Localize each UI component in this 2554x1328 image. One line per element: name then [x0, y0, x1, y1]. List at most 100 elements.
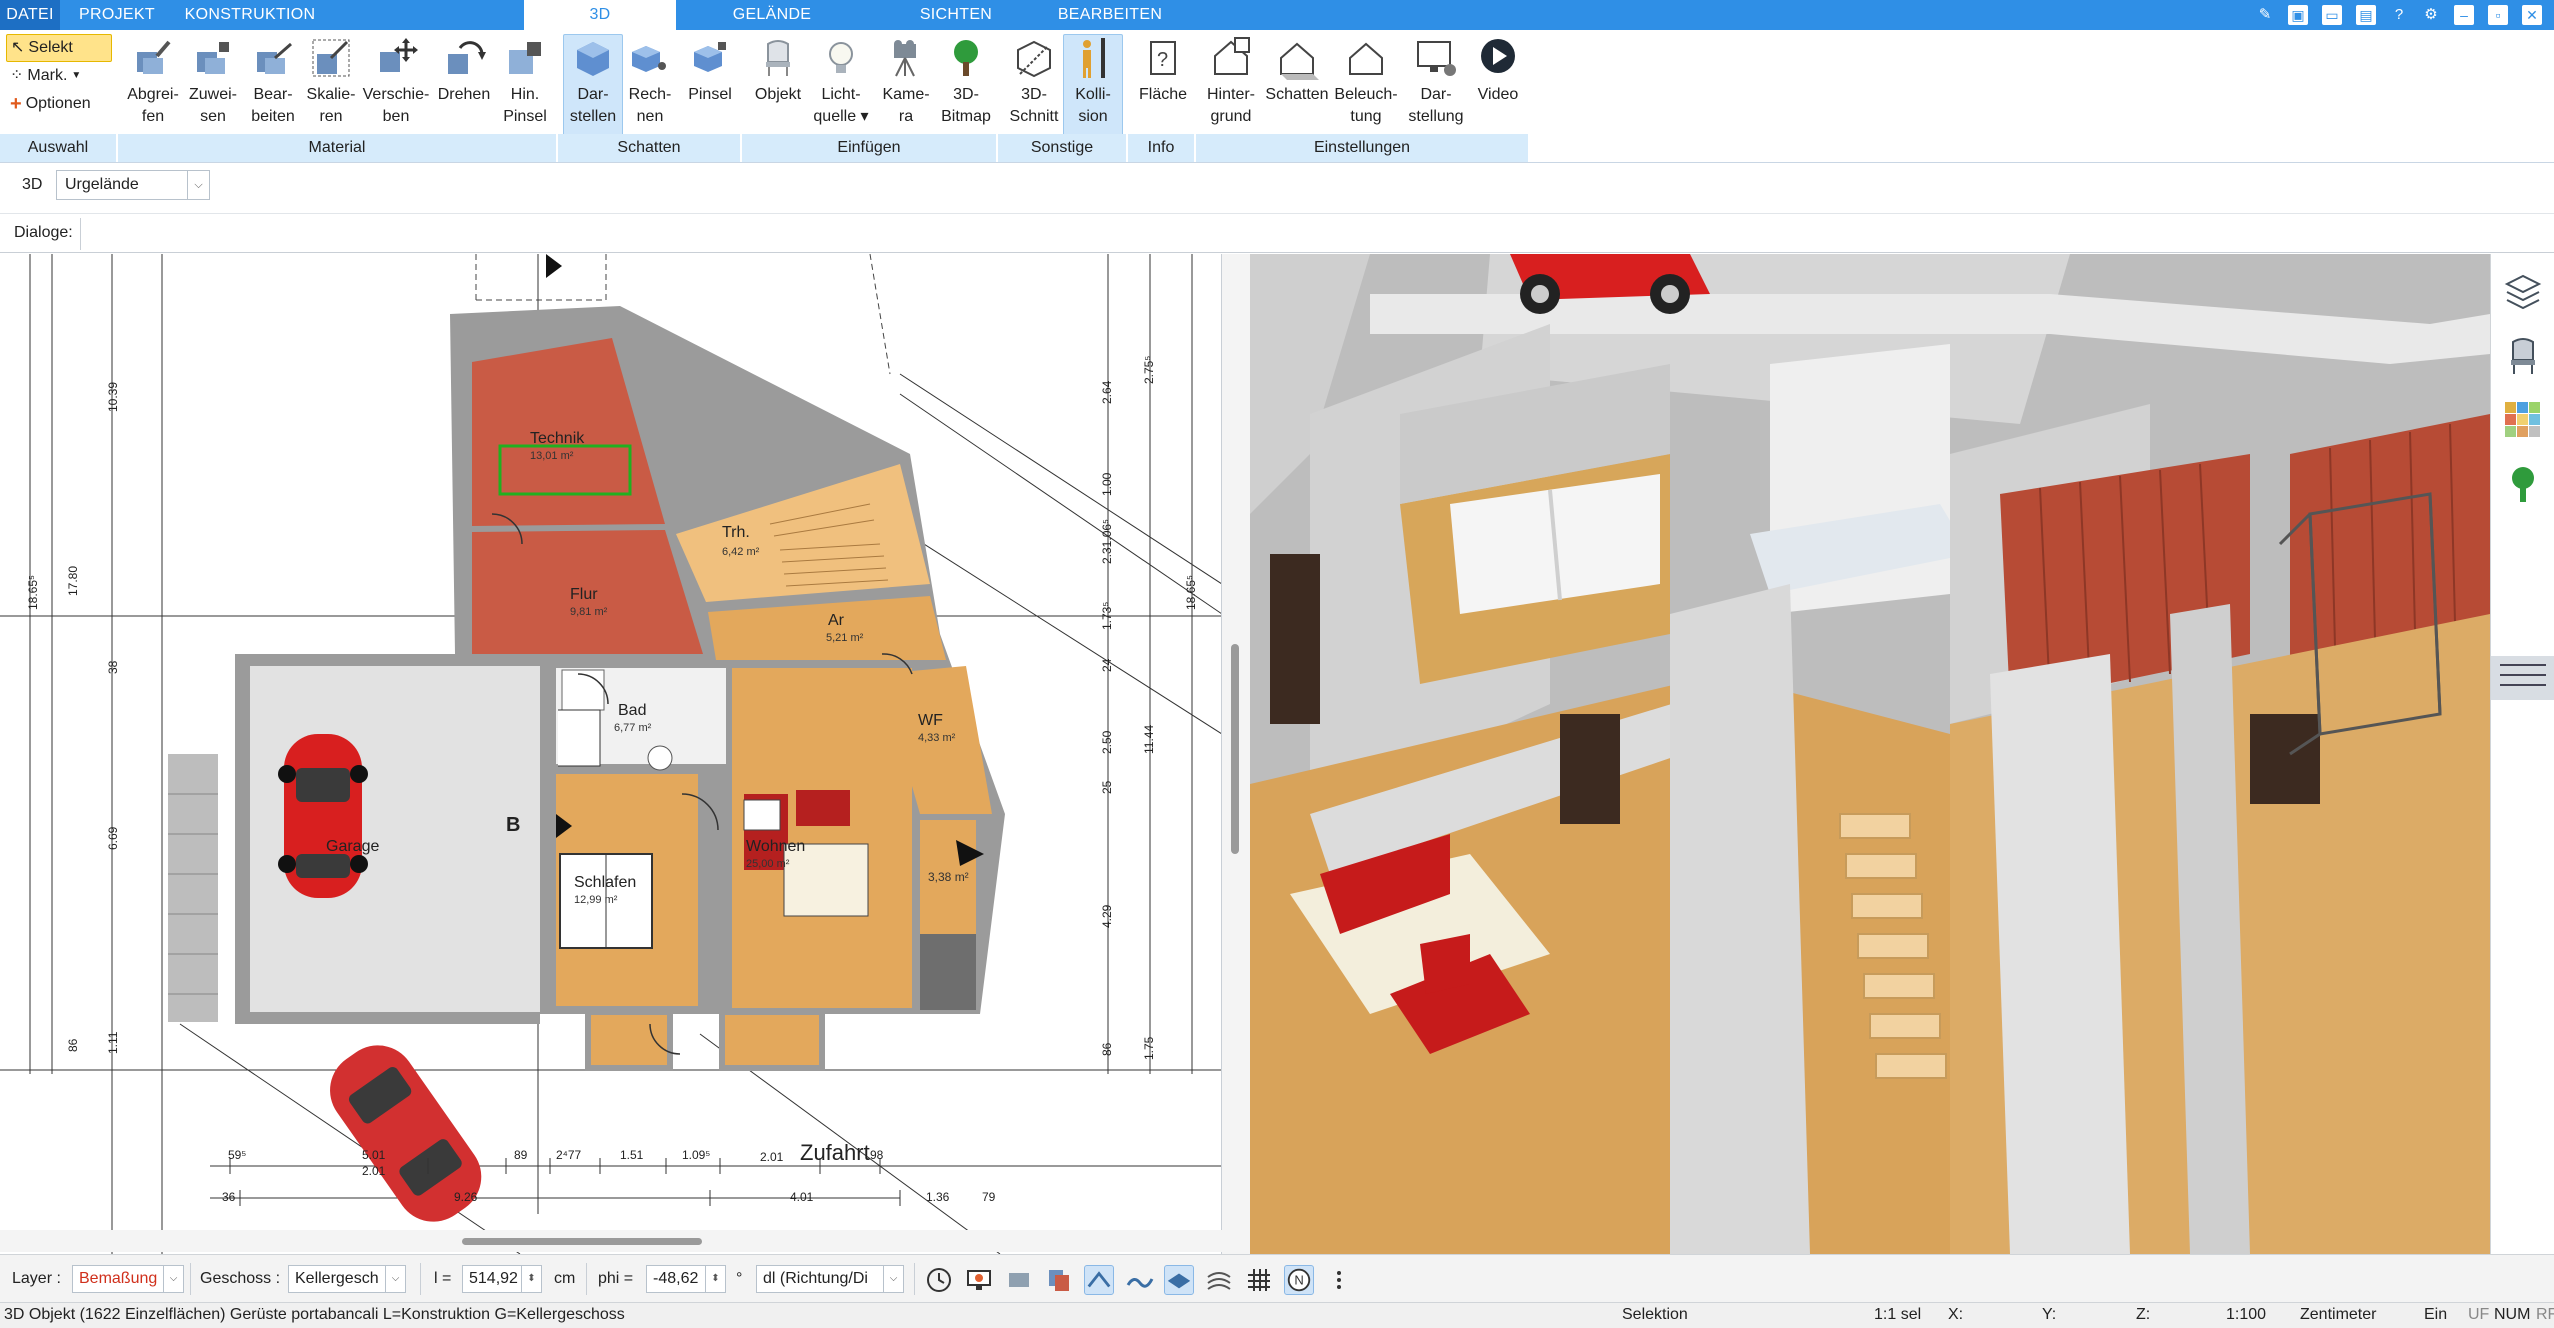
- bitmap-button[interactable]: 3D- Bitmap: [934, 34, 998, 136]
- chevron-down-icon: ⌵: [385, 1266, 405, 1292]
- flaeche-button[interactable]: ? Fläche: [1128, 34, 1198, 136]
- 3d-viewport[interactable]: [1250, 254, 2490, 1254]
- chair-icon[interactable]: [2503, 336, 2543, 376]
- tools-icon[interactable]: ✎: [2256, 6, 2274, 24]
- settings-icon[interactable]: ⚙: [2422, 6, 2440, 24]
- move-icon: [380, 38, 418, 72]
- roof-tool-icon[interactable]: [1084, 1265, 1114, 1295]
- tab-datei[interactable]: DATEI: [0, 0, 60, 30]
- dim-bottom-row2-1: 36: [222, 1190, 236, 1204]
- dl-dropdown[interactable]: dl (Richtung/Di ⌵: [756, 1265, 904, 1293]
- save-icon[interactable]: ▤: [2356, 5, 2376, 25]
- divider: [190, 1263, 191, 1295]
- window-icon[interactable]: ▭: [2322, 5, 2342, 25]
- view-mode-label: 3D: [22, 176, 43, 193]
- dim-bottom-2: 5.01: [362, 1148, 386, 1162]
- room-technik-area: 13,01 m²: [530, 450, 574, 462]
- beleuchtung-button[interactable]: Beleuch- tung: [1330, 34, 1402, 136]
- plane-icon[interactable]: [1164, 1265, 1194, 1295]
- dim-bottom-row2-3: 4.01: [790, 1190, 814, 1204]
- darstellen-button[interactable]: Dar- stellen: [563, 34, 623, 136]
- pinsel-button[interactable]: Pinsel: [680, 34, 740, 136]
- floor-plan-viewport[interactable]: Technik 13,01 m² Trh. 6,42 m² Flur 9,81 …: [0, 254, 1222, 1254]
- 3d-scene[interactable]: [1250, 254, 2490, 1254]
- minimize-icon[interactable]: –: [2454, 5, 2474, 25]
- tab-sichten[interactable]: SICHTEN: [886, 0, 1026, 30]
- status-x: X:: [1948, 1306, 1964, 1323]
- status-uf: UF: [2468, 1306, 2490, 1323]
- more-options-icon[interactable]: [1324, 1265, 1354, 1295]
- schnitt-button[interactable]: 3D- Schnitt: [1002, 34, 1066, 136]
- phi-input[interactable]: -48,62 ⬍: [646, 1265, 726, 1293]
- scroll-thumb[interactable]: [462, 1238, 702, 1245]
- rechnen-button[interactable]: Rech- nen: [620, 34, 680, 136]
- north-icon[interactable]: N: [1284, 1265, 1314, 1295]
- folder-icon[interactable]: ▣: [2288, 5, 2308, 25]
- tree-icon[interactable]: [2503, 464, 2543, 504]
- layer-dropdown[interactable]: Bemaßung ⌵: [72, 1265, 184, 1293]
- kamera-label-1: Kame-: [882, 86, 930, 103]
- help-icon[interactable]: ?: [2390, 6, 2408, 24]
- layers-icon[interactable]: [2503, 272, 2543, 312]
- verschieben-button[interactable]: Verschie- ben: [356, 34, 436, 136]
- length-value: 514,92: [469, 1270, 518, 1287]
- drehen-button[interactable]: Drehen: [428, 34, 500, 136]
- room-wf-area: 4,33 m²: [918, 732, 956, 744]
- floor-plan-drawing[interactable]: [0, 254, 1222, 1254]
- lichtquelle-button[interactable]: Licht- quelle ▾: [806, 34, 876, 136]
- video-icon: [1481, 39, 1515, 73]
- objekt-button[interactable]: Objekt: [746, 34, 810, 136]
- palette-icon[interactable]: [2503, 400, 2543, 440]
- ribbon-tab-bar: DATEI PROJEKT KONSTRUKTION 3D GELÄNDE SI…: [0, 0, 2554, 30]
- status-scale: 1:100: [2226, 1306, 2267, 1323]
- walls-icon[interactable]: [1004, 1265, 1034, 1295]
- select-button[interactable]: ↖ Selekt: [6, 34, 112, 62]
- cube-icon: [577, 42, 609, 76]
- plan-horizontal-scrollbar[interactable]: [0, 1230, 1222, 1252]
- mark-button[interactable]: ⁘ Mark. ▼: [6, 62, 112, 90]
- scroll-thumb[interactable]: [1231, 644, 1239, 854]
- tab-konstruktion[interactable]: KONSTRUKTION: [174, 0, 326, 30]
- tab-projekt[interactable]: PROJEKT: [72, 0, 162, 30]
- kollision-button[interactable]: Kolli- sion: [1063, 34, 1123, 136]
- video-button[interactable]: Video: [1468, 34, 1528, 136]
- options-button[interactable]: + Optionen: [6, 90, 112, 118]
- schatten-button[interactable]: Schatten: [1262, 34, 1332, 136]
- darstellung-button[interactable]: Dar- stellung: [1400, 34, 1472, 136]
- dim-right-7: 2.50: [1100, 730, 1114, 754]
- copy-icon[interactable]: [1044, 1265, 1074, 1295]
- tab-3d[interactable]: 3D: [524, 0, 676, 30]
- dim-right-5: 1.73⁵: [1100, 601, 1114, 630]
- monitor-icon[interactable]: [964, 1265, 994, 1295]
- status-y: Y:: [2042, 1306, 2057, 1323]
- group-info: Info: [1128, 134, 1196, 162]
- mark-icon: ⁘: [10, 67, 24, 84]
- tab-bearbeiten[interactable]: BEARBEITEN: [1040, 0, 1180, 30]
- beleuchtung-label-1: Beleuch-: [1334, 86, 1398, 103]
- room-garage-label: Garage: [326, 838, 380, 855]
- plan-vertical-scrollbar[interactable]: [1222, 254, 1250, 1254]
- phi-value: -48,62: [653, 1270, 699, 1287]
- kamera-button[interactable]: Kame- ra: [874, 34, 938, 136]
- length-input[interactable]: 514,92 ⬍: [462, 1265, 542, 1293]
- spinner-icon[interactable]: ⬍: [705, 1266, 725, 1292]
- terrain-value: Urgelände: [65, 176, 139, 193]
- hin-pinsel-button[interactable]: Hin. Pinsel: [494, 34, 556, 136]
- clock-icon[interactable]: [924, 1265, 954, 1295]
- camera-icon: [894, 40, 916, 77]
- hamburger-menu-icon[interactable]: [2491, 656, 2554, 700]
- divider: [586, 1263, 587, 1295]
- restore-icon[interactable]: ▫: [2488, 5, 2508, 25]
- terrain-dropdown[interactable]: Urgelände ⌵: [56, 170, 210, 200]
- tab-gelaende[interactable]: GELÄNDE: [700, 0, 844, 30]
- close-icon[interactable]: ✕: [2522, 5, 2542, 25]
- terrain-icon[interactable]: [1124, 1265, 1154, 1295]
- grid-icon[interactable]: [1244, 1265, 1274, 1295]
- spinner-icon[interactable]: ⬍: [521, 1266, 541, 1292]
- hatch-icon[interactable]: [1204, 1265, 1234, 1295]
- rechnen-label-2: nen: [636, 108, 664, 125]
- phi-label: phi =: [598, 1270, 634, 1287]
- geschoss-dropdown[interactable]: Kellergesch ⌵: [288, 1265, 406, 1293]
- car-garage: [278, 734, 368, 898]
- hintergrund-button[interactable]: Hinter- grund: [1196, 34, 1266, 136]
